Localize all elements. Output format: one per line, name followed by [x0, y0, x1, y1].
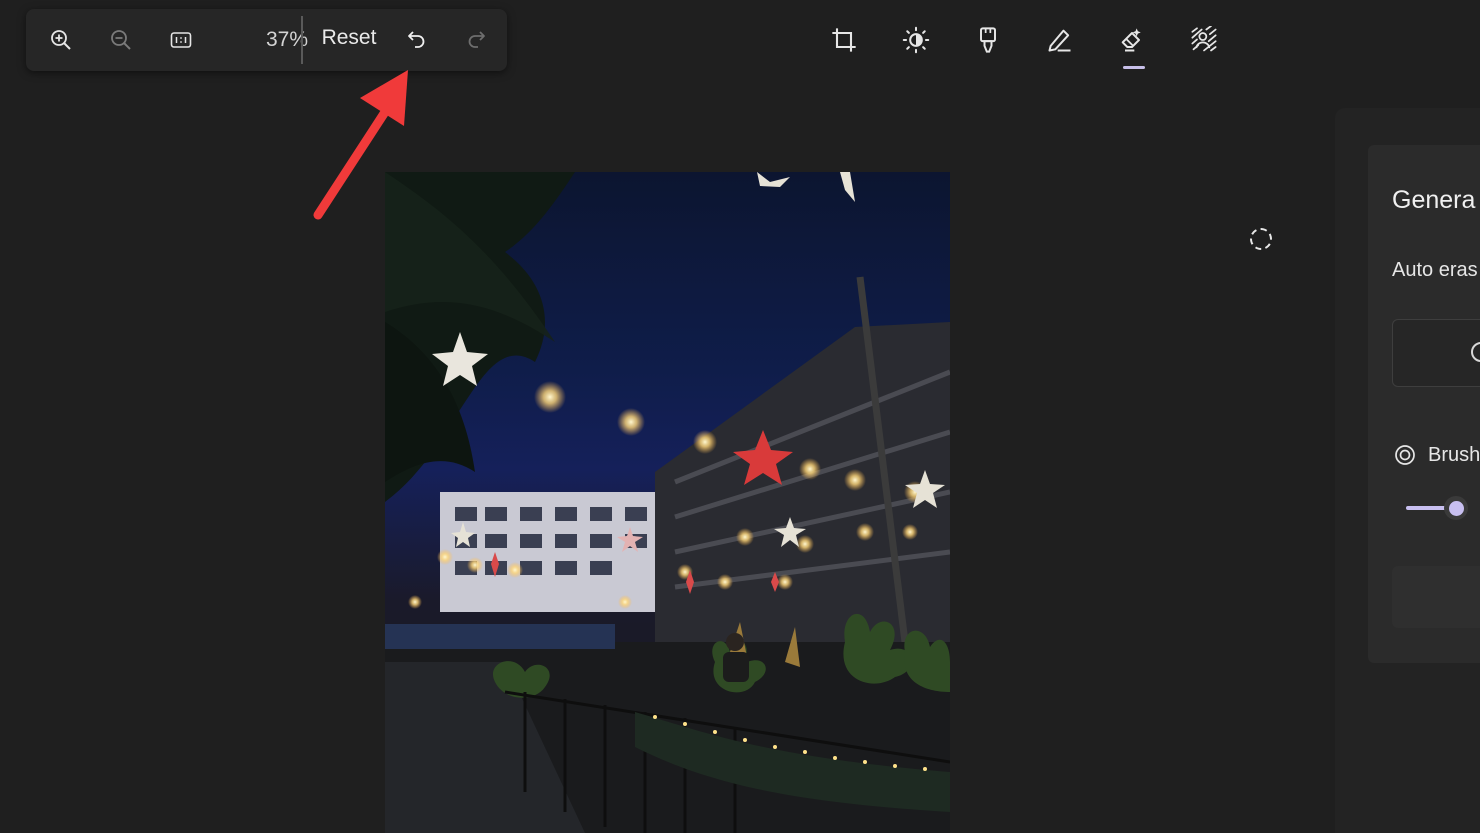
filter-tool[interactable] — [964, 18, 1012, 62]
undo-icon — [408, 31, 425, 48]
erase-icon — [1121, 28, 1141, 52]
adjust-brightness-icon — [902, 26, 930, 54]
adjust-tool[interactable] — [892, 18, 940, 62]
brush-cursor — [1250, 228, 1272, 250]
crop-icon — [832, 28, 856, 52]
redo-icon — [468, 31, 485, 48]
erase-tool[interactable] — [1108, 18, 1156, 62]
markup-icon — [1048, 29, 1071, 52]
crop-tool[interactable] — [820, 18, 868, 62]
annotation-arrow-icon — [313, 70, 408, 220]
actual-size-button[interactable] — [161, 20, 201, 60]
auto-erase-label: Auto eras — [1392, 259, 1478, 281]
zoom-in-icon — [51, 30, 71, 50]
redo-button[interactable] — [456, 20, 496, 60]
brush-size-label: Brush — [1428, 443, 1480, 466]
zoom-out-icon — [111, 30, 131, 50]
reset-button[interactable]: Reset — [316, 26, 382, 50]
brush-size-row: Brush — [1393, 443, 1480, 467]
panel-title: Genera — [1392, 186, 1476, 214]
markup-tool[interactable] — [1036, 18, 1084, 62]
auto-erase-toggle[interactable] — [1392, 319, 1480, 387]
filter-icon — [980, 27, 996, 53]
active-tool-indicator — [1123, 66, 1145, 69]
brush-size-slider-thumb[interactable] — [1444, 496, 1468, 520]
undo-button[interactable] — [397, 20, 437, 60]
photo-image — [385, 172, 950, 833]
zoom-in-button[interactable] — [41, 20, 81, 60]
zoom-toolbar: 37% Reset — [26, 9, 507, 71]
actual-size-icon — [170, 32, 192, 48]
toggle-icon — [1471, 342, 1480, 362]
background-tool[interactable] — [1180, 18, 1228, 62]
photo-canvas[interactable] — [385, 172, 950, 833]
brush-size-icon — [1395, 445, 1415, 465]
background-blur-icon — [1191, 26, 1217, 52]
zoom-level: 37% — [265, 28, 309, 51]
toolbar-divider — [301, 16, 303, 64]
erase-action-button[interactable] — [1392, 566, 1480, 628]
zoom-out-button[interactable] — [101, 20, 141, 60]
